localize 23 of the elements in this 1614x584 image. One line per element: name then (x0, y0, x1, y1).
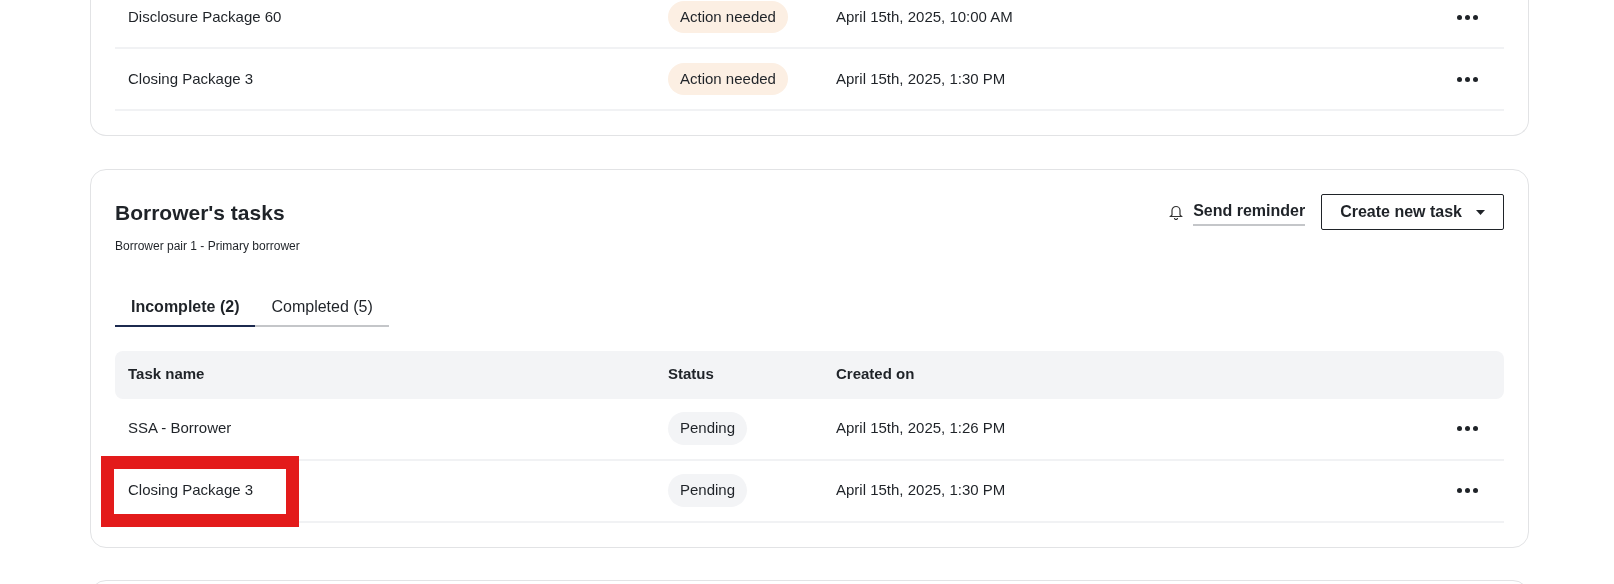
task-name: Closing Package 3 (128, 68, 254, 89)
status-badge: Action needed (668, 62, 788, 96)
status-badge: Pending (668, 412, 748, 445)
created-date: April 15th, 2025, 1:30 PM (836, 68, 1007, 89)
created-date: April 15th, 2025, 1:26 PM (836, 418, 1007, 439)
task-name: SSA - Borrower (128, 418, 232, 439)
created-date: April 15th, 2025, 10:00 AM (836, 6, 1014, 27)
column-header: Status (668, 364, 715, 385)
bell-icon (1169, 204, 1184, 220)
column-header: Created on (836, 364, 915, 385)
send-reminder-link[interactable]: Send reminder (1193, 198, 1306, 226)
card-title: Borrower's tasks (115, 200, 286, 226)
task-name: Closing Package 3 (128, 480, 254, 501)
task-name: Disclosure Package 60 (128, 6, 282, 27)
tab[interactable]: Incomplete (2) (115, 288, 256, 327)
status-badge: Pending (668, 474, 748, 507)
tab[interactable]: Completed (5) (255, 288, 389, 327)
status-badge: Action needed (668, 0, 788, 34)
create-task-button[interactable]: Create new task (1321, 194, 1504, 230)
caret-icon (1476, 209, 1485, 215)
created-date: April 15th, 2025, 1:30 PM (836, 480, 1007, 501)
column-header: Task name (128, 364, 206, 385)
card-subtitle: Borrower pair 1 - Primary borrower (115, 237, 300, 255)
